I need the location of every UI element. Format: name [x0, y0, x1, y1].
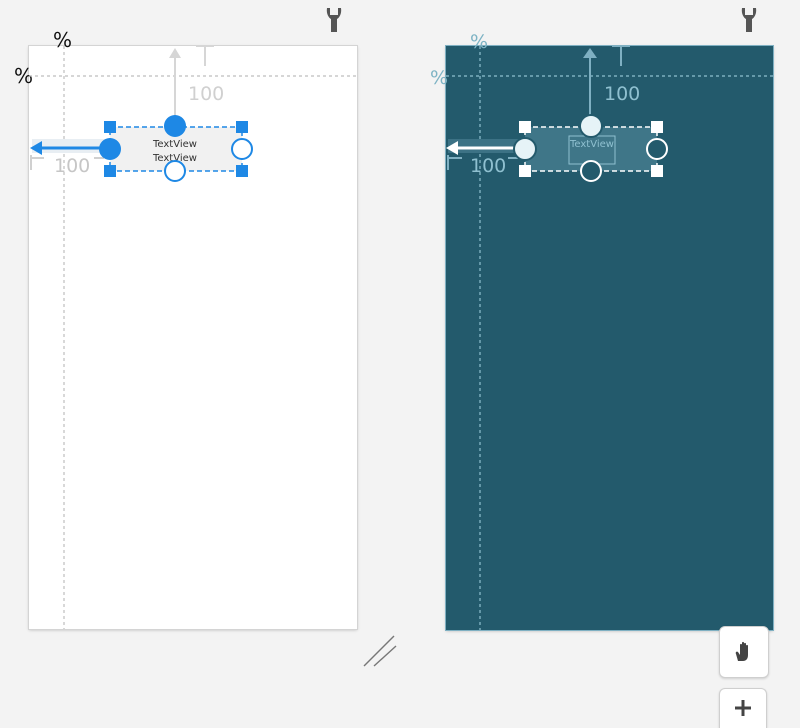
zoom-in-button[interactable]	[719, 688, 767, 728]
resize-handle-top-right	[236, 121, 248, 133]
bp-anchor-end	[646, 138, 668, 160]
textview-text: TextView	[152, 139, 197, 150]
vertical-guideline-percent-toggle[interactable]: %	[53, 30, 72, 50]
bp-resize-handle-bottom-left	[519, 165, 531, 177]
resize-grip-icon[interactable]	[363, 635, 397, 667]
bp-resize-handle-top-right	[651, 121, 663, 133]
bp-wrench-icon[interactable]	[741, 8, 757, 32]
hand-icon	[735, 641, 748, 661]
anchor-end	[231, 138, 253, 160]
bp-anchor-top	[579, 114, 603, 138]
bp-resize-handle-bottom-right	[651, 165, 663, 177]
resize-handle-top-left	[104, 121, 116, 133]
anchor-start	[99, 138, 121, 160]
plus-icon	[735, 700, 751, 716]
resize-handle-bottom-right	[236, 165, 248, 177]
wrench-icon[interactable]	[326, 8, 342, 32]
pan-tool-button[interactable]	[719, 626, 769, 678]
bp-anchor-start	[513, 137, 537, 161]
anchor-bottom	[164, 160, 186, 182]
anchor-top	[164, 115, 186, 137]
resize-handle-bottom-left	[104, 165, 116, 177]
bp-anchor-bottom	[580, 160, 602, 182]
bp-textview-text: TextView	[569, 139, 614, 150]
bp-resize-handle-top-left	[519, 121, 531, 133]
